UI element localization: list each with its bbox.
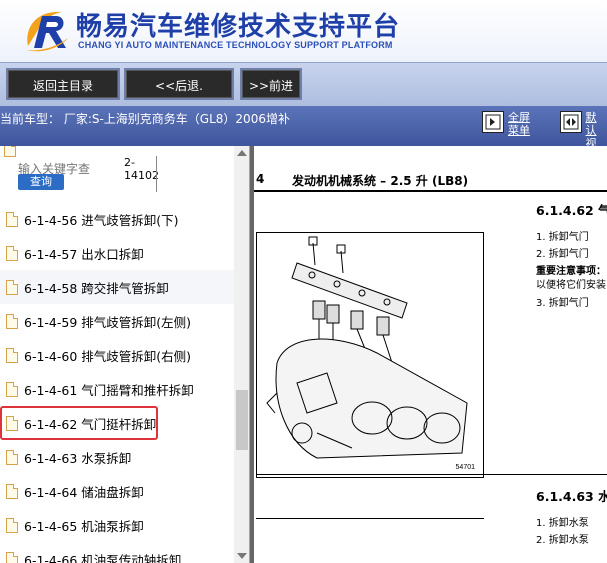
engine-illustration-icon <box>266 236 468 459</box>
tree-item[interactable]: 6-1-4-60 排气歧管拆卸(右侧) <box>0 338 236 372</box>
tree-item-label: 6-1-4-63 水泵拆卸 <box>24 450 132 466</box>
doc-rule <box>256 518 484 519</box>
file-icon <box>6 483 18 499</box>
default-view-icon <box>560 111 582 133</box>
doc-page-header: 4 发动机机械系统 – 2.5 升 (LB8) <box>254 168 607 192</box>
doc-page-title: 发动机机械系统 – 2.5 升 (LB8) <box>292 174 469 188</box>
tree-item[interactable]: 6-1-4-56 进气歧管拆卸(下) <box>0 202 236 236</box>
app-subtitle: CHANG YI AUTO MAINTENANCE TECHNOLOGY SUP… <box>78 40 393 50</box>
section-heading-62: 6.1.4.62 气 <box>536 203 607 218</box>
fullscreen-menu-button[interactable]: 全屏 菜单 <box>482 111 530 137</box>
doc-note-label: 重要注意事项： <box>536 266 606 277</box>
catalog-tree-panel: 查询 2- 14102 6-1-4-56 进气歧管拆卸(下) 6-1-4-57 出… <box>0 146 250 563</box>
tree-item[interactable]: 6-1-4-61 气门摇臂和推杆拆卸 <box>0 372 236 406</box>
figure-number: 54701 <box>455 464 475 471</box>
tree-item-label: 6-1-4-66 机油泵传动轴拆卸 <box>24 552 182 563</box>
search-button[interactable]: 查询 <box>18 174 64 190</box>
catalog-tree: 6-1-4-56 进气歧管拆卸(下) 6-1-4-57 出水口拆卸 6-1-4-58… <box>0 202 236 563</box>
scroll-down-icon[interactable] <box>237 553 247 559</box>
tree-item-label: 6-1-4-59 排气歧管拆卸(左侧) <box>24 314 192 330</box>
tree-item-label: 6-1-4-64 储油盘拆卸 <box>24 484 144 500</box>
file-icon <box>6 381 18 397</box>
navigation-bar: 返回主目录 <<后退. >>前进 <box>0 62 607 106</box>
file-icon <box>6 211 18 227</box>
app-header: 畅易汽车维修技术支持平台 CHANG YI AUTO MAINTENANCE T… <box>0 0 607 62</box>
app-title: 畅易汽车维修技术支持平台 <box>76 12 401 42</box>
chang-yi-logo-icon <box>26 11 68 52</box>
file-icon <box>6 517 18 533</box>
forward-button[interactable]: >>前进 <box>240 68 302 100</box>
doc-rule <box>256 474 607 475</box>
tree-item-label: 6-1-4-58 跨交排气管拆卸 <box>24 280 169 296</box>
doc-page-number: 4 <box>256 172 265 186</box>
current-car-model: 当前车型： 厂家:S-上海别克商务车（GL8）2006增补 <box>0 112 290 126</box>
document-viewer: 4 发动机机械系统 – 2.5 升 (LB8) 54701 6.1.4.62 气… <box>250 146 607 563</box>
tree-item[interactable]: 6-1-4-64 储油盘拆卸 <box>0 474 236 508</box>
file-icon <box>6 347 18 363</box>
home-button[interactable]: 返回主目录 <box>6 68 120 100</box>
tree-item-label: 6-1-4-61 气门摇臂和推杆拆卸 <box>24 382 194 398</box>
doc-note: 以便将它们安装 <box>536 280 606 291</box>
section-heading-63: 6.1.4.63 水 <box>536 489 607 504</box>
doc-step: 1. 拆卸气门 <box>536 232 589 243</box>
fullscreen-icon <box>482 111 504 133</box>
file-icon <box>6 245 18 261</box>
tree-item[interactable]: 6-1-4-58 跨交排气管拆卸 <box>0 270 236 304</box>
tree-item-label: 6-1-4-62 气门挺杆拆卸 <box>24 416 157 432</box>
tree-item-label: 6-1-4-56 进气歧管拆卸(下) <box>24 212 179 228</box>
back-button[interactable]: <<后退. <box>124 68 234 100</box>
tree-item[interactable]: 6-1-4-65 机油泵拆卸 <box>0 508 236 542</box>
tree-item-label: 6-1-4-65 机油泵拆卸 <box>24 518 144 534</box>
search-code: 2- 14102 <box>124 156 159 182</box>
tree-item[interactable]: 6-1-4-62 气门挺杆拆卸 <box>0 406 158 440</box>
scroll-up-icon[interactable] <box>237 150 247 156</box>
tree-item-label: 6-1-4-60 排气歧管拆卸(右侧) <box>24 348 192 364</box>
tree-scrollbar[interactable] <box>234 146 249 563</box>
doc-step: 2. 拆卸气门 <box>536 249 589 260</box>
tree-item[interactable]: 6-1-4-66 机油泵传动轴拆卸 <box>0 542 236 563</box>
tree-item[interactable]: 6-1-4-63 水泵拆卸 <box>0 440 236 474</box>
file-icon <box>4 146 16 157</box>
info-bar: 当前车型： 厂家:S-上海别克商务车（GL8）2006增补 全屏菜单 默认视图 <box>0 106 607 163</box>
tree-item[interactable]: 6-1-4-57 出水口拆卸 <box>0 236 236 270</box>
divider <box>156 156 157 192</box>
file-icon <box>6 551 18 563</box>
file-icon <box>6 279 18 295</box>
doc-step: 1. 拆卸水泵 <box>536 518 589 529</box>
tree-item-label: 6-1-4-57 出水口拆卸 <box>24 246 144 262</box>
file-icon <box>6 449 18 465</box>
scroll-thumb[interactable] <box>236 390 248 450</box>
file-icon <box>6 313 18 329</box>
tree-item[interactable]: 6-1-4-59 排气歧管拆卸(左侧) <box>0 304 236 338</box>
file-icon <box>6 415 18 431</box>
doc-step: 2. 拆卸水泵 <box>536 535 589 546</box>
doc-step: 3. 拆卸气门 <box>536 298 589 309</box>
engine-figure: 54701 <box>256 232 484 478</box>
